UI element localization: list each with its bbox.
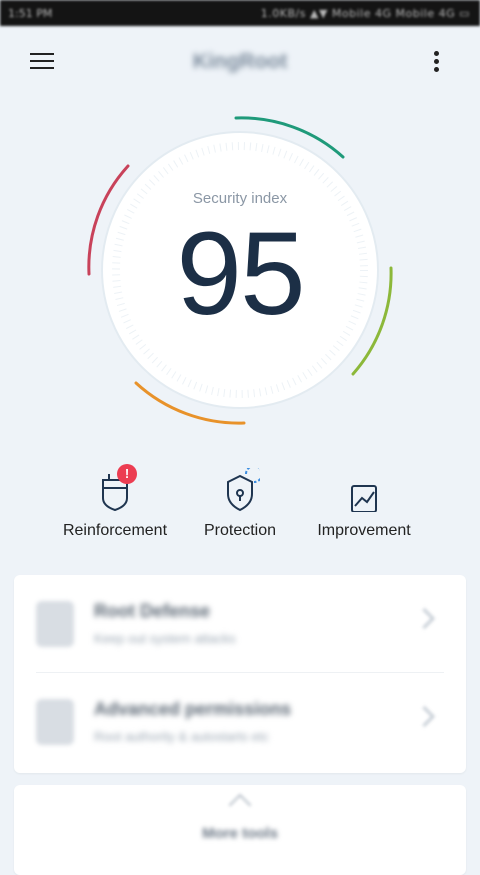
- more-tools-card[interactable]: More tools: [14, 785, 466, 875]
- chevron-right-icon: [413, 705, 436, 728]
- app-bar: KingRoot: [0, 26, 480, 96]
- alert-badge: !: [117, 464, 137, 484]
- status-indicators: 1.0KB/s ▲▼ Mobile 4G Mobile 4G ▭: [260, 7, 470, 20]
- security-gauge[interactable]: Security index 95: [0, 96, 480, 446]
- status-time: 1:51 PM: [8, 7, 53, 20]
- list-item-title: Advanced permissions: [94, 699, 292, 719]
- status-bar: 1:51 PM 1.0KB/s ▲▼ Mobile 4G Mobile 4G ▭: [0, 0, 480, 26]
- more-tools-label: More tools: [202, 825, 278, 842]
- list-item-subtitle: Keep out system attacks: [94, 631, 236, 646]
- list-item-subtitle: Root authority & autostarts etc: [94, 729, 269, 744]
- chevron-up-icon: [228, 793, 252, 817]
- shield-lock-icon: [220, 465, 263, 512]
- permissions-icon: [36, 699, 74, 745]
- chevron-right-icon: [413, 607, 436, 630]
- tools-card: Root Defense Keep out system attacks Adv…: [14, 575, 466, 773]
- chart-icon: [344, 468, 384, 513]
- app-title: KingRoot: [192, 50, 288, 73]
- feature-improvement[interactable]: Improvement: [289, 458, 439, 548]
- list-item-title: Root Defense: [94, 601, 211, 621]
- plug-shield-icon: !: [95, 464, 137, 512]
- feature-label: Improvement: [317, 522, 411, 539]
- feature-row: ! Reinforcement Protection Improvement: [0, 458, 480, 548]
- list-item-advanced-permissions[interactable]: Advanced permissions Root authority & au…: [14, 673, 466, 771]
- root-defense-icon: [36, 601, 74, 647]
- security-score: 95: [176, 208, 305, 340]
- more-options-icon[interactable]: [430, 50, 444, 76]
- list-item-root-defense[interactable]: Root Defense Keep out system attacks: [14, 575, 466, 673]
